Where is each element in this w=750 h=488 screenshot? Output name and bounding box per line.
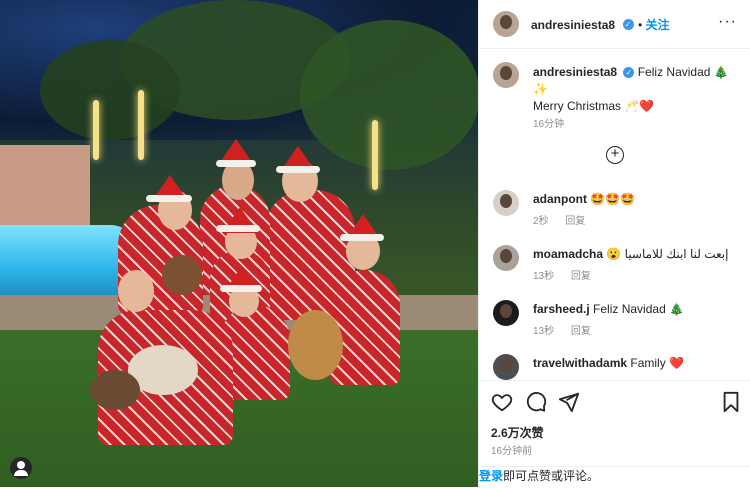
comment-username[interactable]: adanpont [533, 192, 587, 206]
tagged-users-icon[interactable] [10, 457, 32, 479]
comment-text: 🤩🤩🤩 [590, 192, 636, 206]
photo-hat-rim [146, 195, 192, 202]
caption-text-line2: ✨ [533, 82, 548, 96]
comment-text: Feliz Navidad 🎄 [593, 302, 685, 316]
reply-button[interactable]: 回复 [565, 216, 585, 227]
post-header: andresiniesta8 ✓ • 关注 ··· [479, 0, 750, 49]
comment-username[interactable]: moamadcha [533, 247, 603, 261]
follow-button[interactable]: 关注 [646, 18, 670, 32]
photo-light [93, 100, 99, 160]
load-more-comments-button[interactable]: + [606, 146, 624, 164]
photo-person [330, 270, 400, 385]
login-prompt-text: 即可点赞或评论。 [503, 469, 600, 483]
post-photo[interactable] [0, 0, 478, 487]
verified-badge-icon: ✓ [623, 67, 635, 79]
comment-time: 13秒 [533, 326, 555, 337]
login-prompt: 登录即可点赞或评论。 [479, 466, 750, 488]
heart-icon[interactable] [491, 391, 513, 413]
photo-hat-rim [220, 285, 262, 292]
photo-light [372, 120, 378, 190]
reply-button[interactable]: 回复 [571, 271, 591, 282]
caption-author-avatar[interactable] [493, 62, 519, 88]
author-avatar[interactable] [493, 11, 519, 37]
author-username[interactable]: andresiniesta8 [531, 18, 615, 32]
post-time: 16分钟前 [491, 446, 533, 457]
comment-username[interactable]: farsheed.j [533, 302, 590, 316]
photo-dog [162, 255, 202, 295]
author-line: andresiniesta8 ✓ • 关注 [531, 16, 670, 34]
photo-tree [40, 40, 180, 140]
comment-icon[interactable] [525, 391, 547, 413]
share-icon[interactable] [558, 391, 580, 413]
action-bar [479, 380, 750, 421]
bookmark-icon[interactable] [721, 391, 741, 413]
caption-time: 16分钟 [533, 119, 565, 130]
comment-avatar[interactable] [493, 300, 519, 326]
reply-button[interactable]: 回复 [571, 326, 591, 337]
caption-text-line1: Feliz Navidad 🎄 [637, 65, 729, 79]
photo-house [0, 145, 90, 225]
comment-avatar[interactable] [493, 245, 519, 271]
photo-cat [288, 310, 343, 380]
login-link[interactable]: 登录 [479, 469, 503, 483]
post-side-panel: andresiniesta8 ✓ • 关注 ··· andresiniesta8… [478, 0, 750, 487]
photo-face [118, 270, 154, 312]
comment-avatar[interactable] [493, 354, 519, 380]
separator-dot: • [637, 18, 646, 32]
photo-light [138, 90, 144, 160]
comment-avatar[interactable] [493, 190, 519, 216]
post-caption: andresiniesta8 ✓ Feliz Navidad 🎄 ✨ Merry… [533, 64, 738, 133]
more-options-icon[interactable]: ··· [718, 13, 737, 31]
photo-hat-rim [276, 166, 320, 173]
comment-time: 13秒 [533, 271, 555, 282]
verified-badge-icon: ✓ [622, 19, 634, 31]
photo-hat-rim [216, 225, 260, 232]
comment-username[interactable]: travelwithadamk [533, 356, 627, 370]
caption-username[interactable]: andresiniesta8 [533, 65, 617, 79]
photo-hat-rim [340, 234, 384, 241]
comment-text: 😮 إبعت لنا ابنك للاماسيا [606, 247, 729, 261]
photo-cat [90, 370, 140, 410]
photo-hat-rim [216, 160, 256, 167]
comment-text: Family ❤️ [630, 356, 684, 370]
photo-tree [300, 20, 478, 170]
caption-text-line3: Merry Christmas 🥂❤️ [533, 99, 655, 113]
like-count[interactable]: 2.6万次赞 [491, 424, 544, 441]
comment-time: 2秒 [533, 216, 549, 227]
